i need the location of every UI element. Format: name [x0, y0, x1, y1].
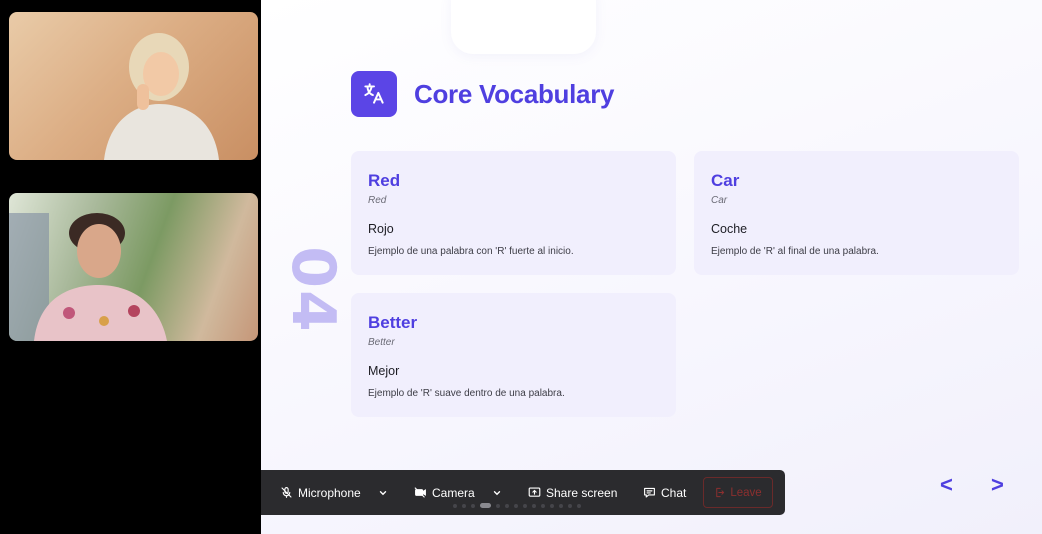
translate-icon	[351, 71, 397, 117]
vocab-spanish: Coche	[711, 222, 748, 236]
top-overlay-pill	[451, 0, 596, 54]
share-screen-icon	[528, 487, 541, 497]
participant-video-tile-2[interactable]	[9, 193, 258, 341]
vocab-translation: Car	[711, 195, 728, 206]
vocab-card: Better Better Mejor Ejemplo de 'R' suave…	[351, 293, 676, 417]
camera-label: Camera	[432, 485, 475, 500]
chat-button[interactable]: Chat	[643, 470, 686, 515]
presentation-slide: Core Vocabulary 04 Red Red Rojo Ejemplo …	[261, 0, 1042, 534]
chat-icon	[644, 487, 655, 498]
share-screen-label: Share screen	[546, 485, 618, 500]
next-slide-button[interactable]: >	[991, 472, 1004, 498]
vocab-example: Ejemplo de 'R' suave dentro de una palab…	[368, 388, 565, 399]
participant-video-column	[0, 0, 261, 534]
vocab-word: Better	[368, 313, 418, 332]
leave-label: Leave	[730, 486, 762, 499]
vocab-example: Ejemplo de una palabra con 'R' fuerte al…	[368, 246, 574, 257]
share-screen-button[interactable]: Share screen	[528, 470, 617, 515]
chevron-down-icon	[493, 490, 501, 495]
call-toolbar: Microphone Camera Share screen Chat Leav…	[261, 470, 785, 515]
participant-video-1-icon	[104, 33, 219, 160]
slide-progress-dots	[453, 503, 581, 508]
vocab-spanish: Rojo	[368, 222, 394, 236]
slide-title: Core Vocabulary	[414, 79, 615, 109]
chat-label: Chat	[661, 485, 687, 500]
vocab-example: Ejemplo de 'R' al final de una palabra.	[711, 246, 879, 257]
camera-options-button[interactable]	[492, 470, 502, 515]
leave-icon	[716, 487, 725, 498]
microphone-label: Microphone	[298, 485, 361, 500]
camera-button[interactable]: Camera	[414, 470, 475, 515]
vocab-word: Car	[711, 171, 740, 190]
vocab-translation: Better	[368, 337, 395, 348]
participant-video-2-icon	[9, 213, 167, 341]
slide-number: 04	[278, 246, 348, 334]
microphone-button[interactable]: Microphone	[280, 470, 361, 515]
microphone-off-icon	[281, 487, 292, 498]
participant-video-tile-1[interactable]	[9, 12, 258, 160]
vocab-spanish: Mejor	[368, 364, 400, 378]
prev-slide-button[interactable]: <	[940, 472, 953, 498]
chevron-down-icon	[379, 490, 387, 495]
vocab-word: Red	[368, 171, 401, 190]
vocab-card: Red Red Rojo Ejemplo de una palabra con …	[351, 151, 676, 275]
vocab-card: Car Car Coche Ejemplo de 'R' al final de…	[694, 151, 1019, 275]
leave-button[interactable]: Leave	[703, 477, 773, 508]
camera-off-icon	[414, 487, 426, 498]
microphone-options-button[interactable]	[378, 470, 388, 515]
vocab-translation: Red	[368, 195, 387, 206]
